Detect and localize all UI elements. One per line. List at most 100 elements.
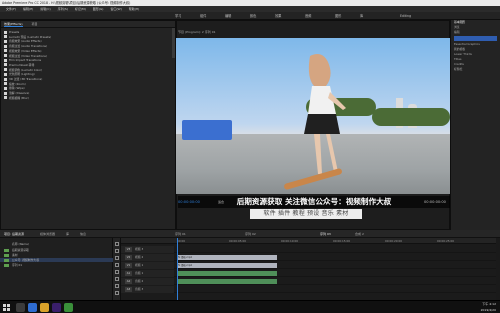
- program-monitor-title: 节目 (Program): 2 序列 01: [178, 30, 216, 34]
- folder-icon: [4, 82, 7, 86]
- workspace-graphics[interactable]: 图形: [335, 12, 341, 20]
- timeline-clip[interactable]: fx 滑板.mp4: [177, 263, 277, 268]
- tree-item-label: 3D 过渡 (3D Transitions): [9, 77, 43, 82]
- ruler-label: 00:00:05:00: [229, 239, 247, 243]
- tab-sequence-02[interactable]: 序列 02: [245, 230, 256, 238]
- duration-timecode: 00:00:00:00: [424, 200, 446, 204]
- taskbar: 下午 4:12 2019/4/20: [0, 300, 500, 313]
- tab-project[interactable]: 项目: [32, 22, 38, 26]
- tab-media-browser[interactable]: 媒体浏览器: [40, 230, 55, 238]
- project-row-label: 名称 (Name): [12, 242, 29, 246]
- ruler-label: 00:00: [177, 239, 186, 243]
- taskbar-clock[interactable]: 下午 4:12 2019/4/20: [481, 302, 496, 313]
- razor-tool-icon[interactable]: [115, 263, 119, 267]
- project-row[interactable]: 序列 01: [0, 263, 113, 267]
- wechat-icon[interactable]: [64, 303, 73, 312]
- track-header[interactable]: V1 视频 1: [121, 262, 174, 269]
- folder-icon: [4, 54, 7, 58]
- type-tool-icon[interactable]: [115, 291, 119, 295]
- workspace-custom[interactable]: Editing: [400, 12, 411, 20]
- tree-item[interactable]: 视频模糊 (Blur): [4, 96, 172, 101]
- search-icon[interactable]: [16, 303, 25, 312]
- track-target[interactable]: V2: [125, 255, 132, 260]
- current-timecode[interactable]: 00:00:00:00: [178, 200, 200, 204]
- effects-panel: 效果(Effects) 项目 Presets Lumetri 预设 (Lumet…: [0, 20, 176, 230]
- project-row[interactable]: 素材: [0, 253, 113, 257]
- tools-panel: [113, 238, 121, 300]
- tree-item-label: 擦除 (Wipe): [9, 86, 25, 91]
- rp-edit-tab[interactable]: 编辑: [451, 30, 500, 35]
- tab-sequence-03[interactable]: 序列 03: [320, 230, 331, 238]
- project-column-header: 名称 (Name): [0, 242, 113, 246]
- ruler-label: 00:00:10:00: [281, 239, 299, 243]
- menu-item-graphics[interactable]: 图形(G): [93, 7, 104, 11]
- effects-scrollbar[interactable]: [172, 28, 175, 58]
- slip-tool-icon[interactable]: [115, 270, 119, 274]
- taskbar-date: 2019/4/20: [480, 307, 496, 312]
- timeline-clip[interactable]: [177, 271, 277, 276]
- pen-tool-icon[interactable]: [115, 277, 119, 281]
- timeline-clip[interactable]: [177, 279, 277, 284]
- effects-tree: Presets Lumetri 预设 (Lumetri Presets) 音频效…: [1, 28, 175, 103]
- workspace-libraries[interactable]: 库: [360, 12, 363, 20]
- essential-graphics-panel: 基本图形 浏览 编辑 Essential Graphics 我的模板 Lower…: [450, 20, 500, 230]
- menu-item-edit[interactable]: 编辑(E): [23, 7, 33, 11]
- windows-start-icon[interactable]: [3, 304, 10, 311]
- workspace-color[interactable]: 颜色: [250, 12, 256, 20]
- tree-item-label: Premiumbeat 转场: [9, 62, 35, 67]
- tab-info[interactable]: 信息: [80, 230, 86, 238]
- premiere-pro-icon[interactable]: [52, 303, 61, 312]
- tab-sequence-01[interactable]: 序列 01: [175, 230, 186, 238]
- tab-composite-2[interactable]: 合成 2: [355, 230, 364, 238]
- menu-item-sequence[interactable]: 序列(S): [58, 7, 68, 11]
- tab-project-panel[interactable]: 项目: 后期资源: [4, 230, 24, 238]
- track-header[interactable]: A3 音频 3: [121, 286, 174, 293]
- timeline-panel[interactable]: 00:00 00:00:05:00 00:00:10:00 00:00:15:0…: [121, 238, 496, 300]
- track-select-tool-icon[interactable]: [115, 249, 119, 253]
- track-name: 视频 1: [135, 263, 144, 267]
- tab-libraries[interactable]: 库: [66, 230, 69, 238]
- track-target[interactable]: V3: [125, 247, 132, 252]
- folder-icon: [4, 58, 7, 62]
- ruler-label: 00:00:20:00: [385, 239, 403, 243]
- track-name: 视频 3: [135, 247, 144, 251]
- track-target[interactable]: A1: [125, 271, 132, 276]
- tab-effects[interactable]: 效果(Effects): [4, 22, 23, 27]
- track-header[interactable]: A2 音频 2: [121, 278, 174, 285]
- track-header[interactable]: V3 视频 3: [121, 246, 174, 253]
- menu-item-window[interactable]: 窗口(W): [110, 7, 121, 11]
- workspace-assembly[interactable]: 组件: [200, 12, 206, 20]
- project-row[interactable]: 后期资源获取: [0, 248, 113, 252]
- menu-item-help[interactable]: 帮助(H): [129, 7, 140, 11]
- workspace-audio[interactable]: 音频: [305, 12, 311, 20]
- menu-item-clip[interactable]: 剪辑(C): [40, 7, 50, 11]
- track-target[interactable]: V1: [125, 263, 132, 268]
- track-target[interactable]: A2: [125, 279, 132, 284]
- menu-item-marker[interactable]: 标记(M): [75, 7, 86, 11]
- workspace-editing[interactable]: 编辑: [225, 12, 231, 20]
- rp-item[interactable]: 标题栏: [451, 67, 500, 72]
- rp-selected-bar[interactable]: [454, 36, 497, 41]
- folder-icon[interactable]: [40, 303, 49, 312]
- tree-item-label: 溶解 (Dissolve): [9, 91, 30, 96]
- folder-icon: [4, 72, 7, 76]
- track-target[interactable]: A3: [125, 287, 132, 292]
- workspace-learn[interactable]: 学习: [175, 12, 181, 20]
- track-header[interactable]: A1 音频 1: [121, 270, 174, 277]
- tree-item-label: 光色照明 (Lighting): [9, 72, 35, 77]
- file-explorer-icon[interactable]: [28, 303, 37, 312]
- folder-icon: [4, 91, 7, 95]
- menu-item-file[interactable]: 文件(F): [6, 7, 16, 11]
- selection-tool-icon[interactable]: [115, 242, 119, 246]
- hand-tool-icon[interactable]: [115, 284, 119, 288]
- fit-dropdown[interactable]: 适合: [218, 200, 224, 204]
- project-row[interactable]: 公众号: 视频制作大叔: [0, 258, 113, 262]
- tree-item-label: 视频效果 (Video Effects): [9, 48, 42, 53]
- skater-figure: [304, 54, 346, 174]
- ripple-edit-tool-icon[interactable]: [115, 256, 119, 260]
- timeline-clip[interactable]: fx 滑板.mp4: [177, 255, 277, 260]
- track-header[interactable]: V2 视频 2: [121, 254, 174, 261]
- video-frame[interactable]: [176, 38, 450, 194]
- timeline-playhead[interactable]: [177, 238, 178, 300]
- workspace-effects[interactable]: 效果: [275, 12, 281, 20]
